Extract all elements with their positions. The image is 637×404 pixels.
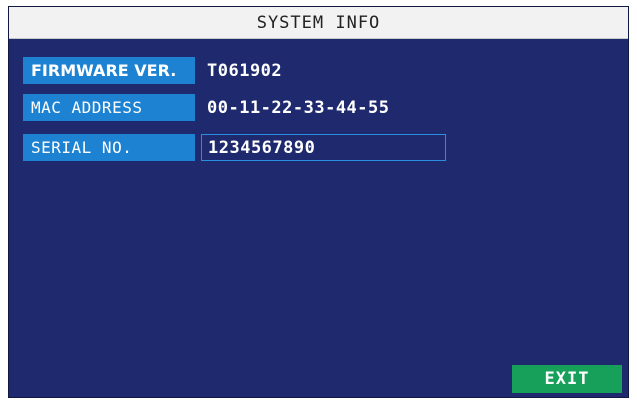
firmware-version-label: FIRMWARE VER. xyxy=(23,57,195,84)
mac-address-value: 00-11-22-33-44-55 xyxy=(207,97,390,118)
mac-address-label: MAC ADDRESS xyxy=(23,94,195,121)
firmware-version-value: T061902 xyxy=(207,60,283,81)
info-row-firmware: FIRMWARE VER. T061902 xyxy=(23,57,282,84)
system-info-window: SYSTEM INFO FIRMWARE VER. T061902 MAC AD… xyxy=(8,6,629,398)
exit-button[interactable]: EXIT xyxy=(512,365,622,393)
page-title: SYSTEM INFO xyxy=(9,7,628,39)
info-row-mac-address: MAC ADDRESS 00-11-22-33-44-55 xyxy=(23,94,390,121)
serial-number-field[interactable]: 1234567890 xyxy=(201,134,446,161)
serial-number-label: SERIAL NO. xyxy=(23,134,195,161)
info-row-serial-number: SERIAL NO. 1234567890 xyxy=(23,134,446,161)
